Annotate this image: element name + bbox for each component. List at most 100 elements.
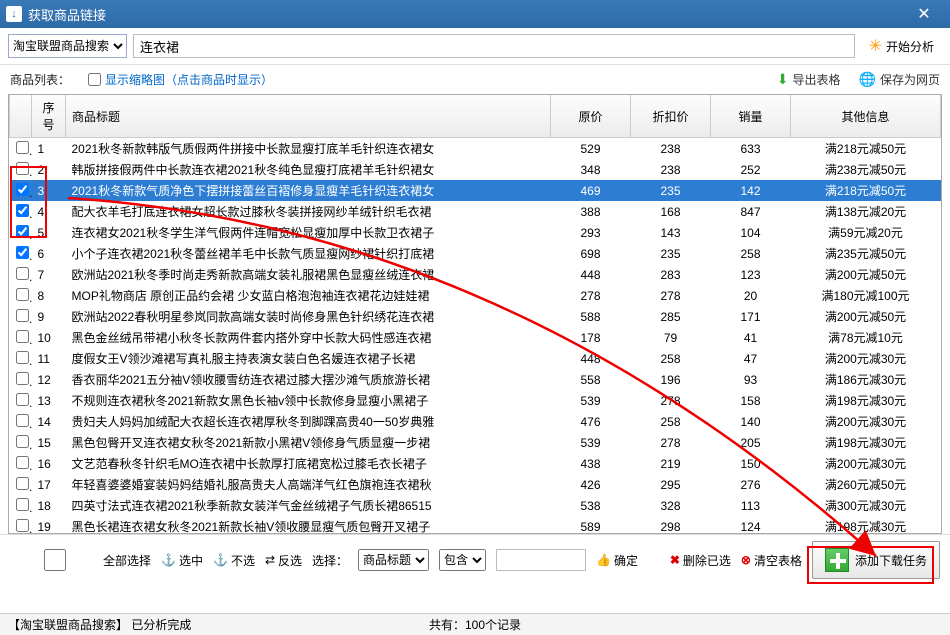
row-checkbox[interactable] xyxy=(16,288,29,301)
row-checkbox[interactable] xyxy=(16,351,29,364)
analyze-button[interactable]: ✳ 开始分析 xyxy=(861,34,942,58)
row-checkbox[interactable] xyxy=(16,477,29,490)
table-row[interactable]: 18四英寸法式连衣裙2021秋季新款女装洋气金丝绒裙子气质长裙865155383… xyxy=(10,495,941,516)
col-sales[interactable]: 销量 xyxy=(711,95,791,138)
table-row[interactable]: 6小个子连衣裙2021秋冬蕾丝裙羊毛中长款气质显瘦网纱裙针织打底裙6982352… xyxy=(10,243,941,264)
save-web-button[interactable]: 🌐 保存为网页 xyxy=(859,71,940,88)
table-row[interactable]: 14贵妇夫人妈妈加绒配大衣超长连衣裙厚秋冬到脚踝高贵40一50岁典雅476258… xyxy=(10,411,941,432)
close-button[interactable]: ✕ xyxy=(904,4,944,24)
row-checkbox[interactable] xyxy=(16,267,29,280)
window-title: 获取商品链接 xyxy=(28,5,904,24)
row-disc: 295 xyxy=(631,474,711,495)
table-row[interactable]: 32021秋冬新款气质净色下摆拼接蕾丝百褶修身显瘦羊毛针织连衣裙女4692351… xyxy=(10,180,941,201)
table-row[interactable]: 15黑色包臀开叉连衣裙女秋冬2021新款小黑裙V领修身气质显瘦一步裙539278… xyxy=(10,432,941,453)
row-sales: 150 xyxy=(711,453,791,474)
row-idx: 14 xyxy=(32,411,66,432)
table-row[interactable]: 16文艺范春秋冬针织毛MO连衣裙中长款厚打底裙宽松过膝毛衣长裙子43821915… xyxy=(10,453,941,474)
row-orig: 438 xyxy=(551,453,631,474)
contain-select[interactable]: 包含 xyxy=(439,549,486,571)
row-title: 贵妇夫人妈妈加绒配大衣超长连衣裙厚秋冬到脚踝高贵40一50岁典雅 xyxy=(66,411,551,432)
row-checkbox[interactable] xyxy=(16,498,29,511)
col-info[interactable]: 其他信息 xyxy=(791,95,941,138)
list-label: 商品列表： xyxy=(10,71,70,88)
thumb-checkbox-wrap[interactable]: 显示缩略图（点击商品时显示） xyxy=(88,71,273,88)
table-row[interactable]: 7欧洲站2021秋冬季时尚走秀新款高端女装礼服裙黑色显瘦丝绒连衣裙4482831… xyxy=(10,264,941,285)
table-row[interactable]: 8MOP礼物商店 原创正品约会裙 少女蓝白格泡泡袖连衣裙花边娃娃裙2782782… xyxy=(10,285,941,306)
row-sales: 847 xyxy=(711,201,791,222)
row-checkbox[interactable] xyxy=(16,183,29,196)
row-checkbox[interactable] xyxy=(16,204,29,217)
export-button[interactable]: ⬇ 导出表格 xyxy=(777,71,841,88)
row-orig: 539 xyxy=(551,432,631,453)
row-idx: 4 xyxy=(32,201,66,222)
row-idx: 5 xyxy=(32,222,66,243)
row-idx: 7 xyxy=(32,264,66,285)
row-checkbox[interactable] xyxy=(16,414,29,427)
col-check[interactable] xyxy=(10,95,32,138)
table-row[interactable]: 10黑色金丝绒吊带裙小秋冬长款两件套内搭外穿中长款大码性感连衣裙1787941满… xyxy=(10,327,941,348)
search-input[interactable] xyxy=(133,34,855,58)
row-disc: 285 xyxy=(631,306,711,327)
thumb-checkbox[interactable] xyxy=(88,73,101,86)
table-row[interactable]: 17年轻喜婆婆婚宴装妈妈结婚礼服高贵夫人高端洋气红色旗袍连衣裙秋42629527… xyxy=(10,474,941,495)
row-info: 满200元减30元 xyxy=(791,348,941,369)
row-checkbox[interactable] xyxy=(16,330,29,343)
table-row[interactable]: 13不规则连衣裙秋冬2021新款女黑色长袖v领中长款修身显瘦小黑裙子539278… xyxy=(10,390,941,411)
row-checkbox[interactable] xyxy=(16,309,29,322)
footer-toolbar: 全部选择 ⚓选中 ⚓不选 ⇄反选 选择： 商品标题 包含 👍确定 ✖删除已选 ⊗… xyxy=(0,534,950,585)
row-idx: 11 xyxy=(32,348,66,369)
table-row[interactable]: 5连衣裙女2021秋冬学生洋气假两件连帽宽松显瘦加厚中长款卫衣裙子2931431… xyxy=(10,222,941,243)
row-idx: 2 xyxy=(32,159,66,180)
row-checkbox[interactable] xyxy=(16,435,29,448)
table-row[interactable]: 19黑色长裙连衣裙女秋冬2021新款长袖V领收腰显瘦气质包臀开叉裙子589298… xyxy=(10,516,941,534)
row-checkbox[interactable] xyxy=(16,456,29,469)
check-btn[interactable]: ⚓选中 xyxy=(161,552,203,569)
row-orig: 426 xyxy=(551,474,631,495)
row-info: 满198元减30元 xyxy=(791,432,941,453)
select-label: 选择： xyxy=(312,552,348,569)
titlebar: ↓ 获取商品链接 ✕ xyxy=(0,0,950,28)
row-title: 2021秋冬新款气质净色下摆拼接蕾丝百褶修身显瘦羊毛针织连衣裙女 xyxy=(66,180,551,201)
col-idx[interactable]: 序号 xyxy=(32,95,66,138)
star-icon: ✳ xyxy=(869,36,882,56)
row-idx: 10 xyxy=(32,327,66,348)
clear-btn[interactable]: ⊗清空表格 xyxy=(741,552,802,569)
source-select[interactable]: 淘宝联盟商品搜索 xyxy=(8,34,127,58)
col-orig[interactable]: 原价 xyxy=(551,95,631,138)
delete-selected-btn[interactable]: ✖删除已选 xyxy=(670,552,731,569)
row-checkbox[interactable] xyxy=(16,246,29,259)
select-all[interactable]: 全部选择 xyxy=(10,549,151,571)
row-sales: 276 xyxy=(711,474,791,495)
table-row[interactable]: 12香衣丽华2021五分袖V领收腰雪纺连衣裙过膝大摆沙滩气质旅游长裙558196… xyxy=(10,369,941,390)
table-row[interactable]: 2韩版拼接假两件中长款连衣裙2021秋冬纯色显瘦打底裙羊毛针织裙女3482382… xyxy=(10,159,941,180)
row-disc: 168 xyxy=(631,201,711,222)
filter-input[interactable] xyxy=(496,549,586,571)
table-row[interactable]: 9欧洲站2022春秋明星参岚同款高端女装时尚修身黑色针织绣花连衣裙5882851… xyxy=(10,306,941,327)
row-checkbox[interactable] xyxy=(16,393,29,406)
row-orig: 558 xyxy=(551,369,631,390)
invert-btn[interactable]: ⇄反选 xyxy=(265,552,302,569)
row-sales: 41 xyxy=(711,327,791,348)
table-row[interactable]: 4配大衣羊毛打底连衣裙女超长款过膝秋冬装拼接网纱羊绒针织毛衣裙388168847… xyxy=(10,201,941,222)
row-checkbox[interactable] xyxy=(16,225,29,238)
header-row: 序号 商品标题 原价 折扣价 销量 其他信息 xyxy=(10,95,941,138)
table-row[interactable]: 12021秋冬新款韩版气质假两件拼接中长款显瘦打底羊毛针织连衣裙女5292386… xyxy=(10,138,941,160)
row-checkbox[interactable] xyxy=(16,519,29,532)
globe-icon: 🌐 xyxy=(859,71,876,88)
row-info: 满180元减100元 xyxy=(791,285,941,306)
row-orig: 348 xyxy=(551,159,631,180)
col-title[interactable]: 商品标题 xyxy=(66,95,551,138)
field-select[interactable]: 商品标题 xyxy=(358,549,429,571)
product-grid[interactable]: 序号 商品标题 原价 折扣价 销量 其他信息 12021秋冬新款韩版气质假两件拼… xyxy=(8,94,942,534)
anchor-icon: ⚓ xyxy=(213,553,228,567)
row-checkbox[interactable] xyxy=(16,372,29,385)
confirm-btn[interactable]: 👍确定 xyxy=(596,552,638,569)
uncheck-btn[interactable]: ⚓不选 xyxy=(213,552,255,569)
row-checkbox[interactable] xyxy=(16,162,29,175)
table-row[interactable]: 11度假女王V领沙滩裙写真礼服主持表演女装白色名媛连衣裙子长裙44825847满… xyxy=(10,348,941,369)
row-info: 满200元减50元 xyxy=(791,306,941,327)
export-icon: ⬇ xyxy=(777,71,789,88)
add-task-button[interactable]: 添加下载任务 xyxy=(812,541,940,579)
col-disc[interactable]: 折扣价 xyxy=(631,95,711,138)
row-checkbox[interactable] xyxy=(16,141,29,154)
